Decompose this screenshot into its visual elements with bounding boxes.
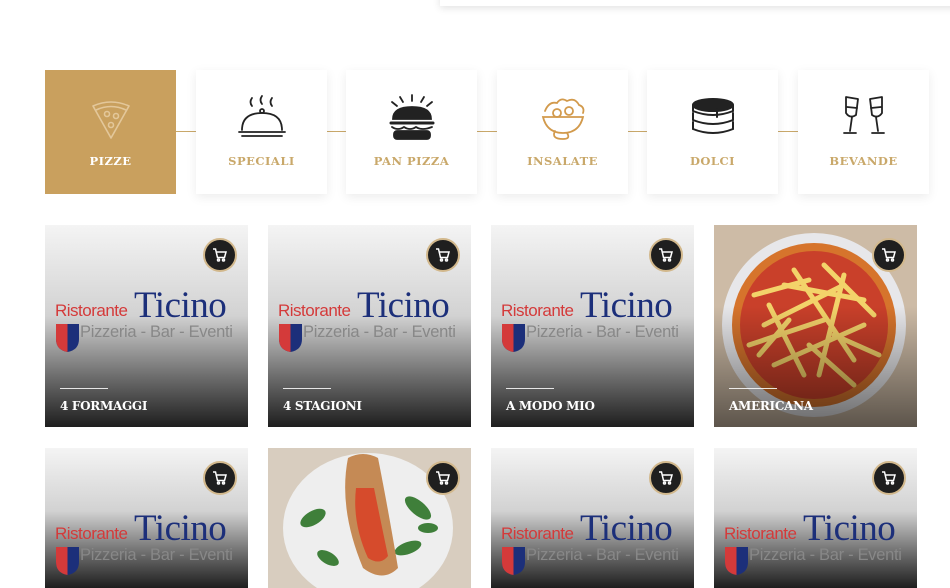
add-to-cart-button[interactable] (649, 461, 683, 495)
logo-ristorante-text: Ristorante (55, 301, 128, 320)
cart-icon (436, 248, 450, 262)
cart-icon (213, 471, 227, 485)
logo-subtitle-text: Pizzeria - Bar - Eventi (303, 323, 456, 341)
logo-subtitle-text: Pizzeria - Bar - Eventi (80, 323, 233, 341)
pancakes-icon (687, 92, 739, 144)
logo-ticino-text: Ticino (803, 508, 896, 549)
add-to-cart-button[interactable] (872, 461, 906, 495)
champagne-glasses-icon (838, 92, 890, 144)
top-navbar-edge (440, 0, 950, 6)
add-to-cart-button[interactable] (649, 238, 683, 272)
product-card[interactable]: Ristorante Ticino Pizzeria - Bar - Event… (491, 225, 694, 427)
logo-shield-icon (502, 324, 525, 352)
logo-ticino-text: Ticino (134, 285, 227, 326)
pizza-slice-icon (85, 92, 137, 144)
title-divider (283, 388, 331, 389)
logo-shield-icon (725, 547, 748, 575)
logo-ristorante-text: Ristorante (501, 524, 574, 543)
tab-dolci[interactable]: DOLCI (647, 70, 778, 194)
restaurant-logo: Ristorante Ticino Pizzeria - Bar - Event… (278, 285, 468, 352)
title-divider (729, 388, 777, 389)
tab-label: INSALATE (527, 154, 598, 168)
add-to-cart-button[interactable] (426, 461, 460, 495)
logo-subtitle-text: Pizzeria - Bar - Eventi (526, 323, 679, 341)
logo-subtitle-text: Pizzeria - Bar - Eventi (80, 546, 233, 564)
tab-label: PIZZE (89, 154, 132, 168)
cart-icon (882, 248, 896, 262)
product-card[interactable]: Ristorante Ticino Pizzeria - Bar - Event… (45, 225, 248, 427)
logo-ristorante-text: Ristorante (724, 524, 797, 543)
tab-bevande[interactable]: BEVANDE (798, 70, 929, 194)
tab-pan-pizza[interactable]: PAN PIZZA (346, 70, 477, 194)
product-card[interactable]: AMERICANA (714, 225, 917, 427)
product-card[interactable]: Ristorante Ticino Pizzeria - Bar - Event… (45, 448, 248, 588)
restaurant-logo: Ristorante Ticino Pizzeria - Bar - Event… (55, 508, 245, 575)
product-title: 4 FORMAGGI (60, 399, 148, 413)
cart-icon (659, 248, 673, 262)
restaurant-logo: Ristorante Ticino Pizzeria - Bar - Event… (55, 285, 245, 352)
logo-shield-icon (502, 547, 525, 575)
tab-label: SPECIALI (228, 154, 295, 168)
restaurant-logo: Ristorante Ticino Pizzeria - Bar - Event… (501, 285, 691, 352)
logo-shield-icon (56, 547, 79, 575)
add-to-cart-button[interactable] (203, 461, 237, 495)
product-card[interactable]: Ristorante Ticino Pizzeria - Bar - Event… (268, 225, 471, 427)
tab-pizze[interactable]: PIZZE (45, 70, 176, 194)
logo-ristorante-text: Ristorante (501, 301, 574, 320)
tab-label: PAN PIZZA (373, 154, 450, 168)
burger-icon (386, 92, 438, 144)
product-title: A MODO MIO (506, 399, 595, 413)
product-title: AMERICANA (729, 399, 813, 413)
logo-ticino-text: Ticino (580, 508, 673, 549)
title-divider (506, 388, 554, 389)
product-card[interactable]: Ristorante Ticino Pizzeria - Bar - Event… (491, 448, 694, 588)
title-divider (60, 388, 108, 389)
product-card[interactable]: Ristorante Ticino Pizzeria - Bar - Event… (714, 448, 917, 588)
logo-subtitle-text: Pizzeria - Bar - Eventi (526, 546, 679, 564)
restaurant-logo: Ristorante Ticino Pizzeria - Bar - Event… (501, 508, 691, 575)
logo-shield-icon (279, 324, 302, 352)
product-title: 4 STAGIONI (283, 399, 362, 413)
restaurant-logo: Ristorante Ticino Pizzeria - Bar - Event… (724, 508, 914, 575)
tab-insalate[interactable]: INSALATE (497, 70, 628, 194)
add-to-cart-button[interactable] (872, 238, 906, 272)
logo-ristorante-text: Ristorante (55, 524, 128, 543)
logo-ticino-text: Ticino (134, 508, 227, 549)
add-to-cart-button[interactable] (426, 238, 460, 272)
product-card[interactable] (268, 448, 471, 588)
tab-speciali[interactable]: SPECIALI (196, 70, 327, 194)
logo-ticino-text: Ticino (580, 285, 673, 326)
tab-label: DOLCI (689, 154, 736, 168)
logo-ristorante-text: Ristorante (278, 301, 351, 320)
cart-icon (213, 248, 227, 262)
logo-shield-icon (56, 324, 79, 352)
tab-label: BEVANDE (829, 154, 898, 168)
cart-icon (882, 471, 896, 485)
logo-ticino-text: Ticino (357, 285, 450, 326)
cart-icon (659, 471, 673, 485)
add-to-cart-button[interactable] (203, 238, 237, 272)
cart-icon (436, 471, 450, 485)
cloche-icon (236, 92, 288, 144)
logo-subtitle-text: Pizzeria - Bar - Eventi (749, 546, 902, 564)
salad-icon (537, 92, 589, 144)
